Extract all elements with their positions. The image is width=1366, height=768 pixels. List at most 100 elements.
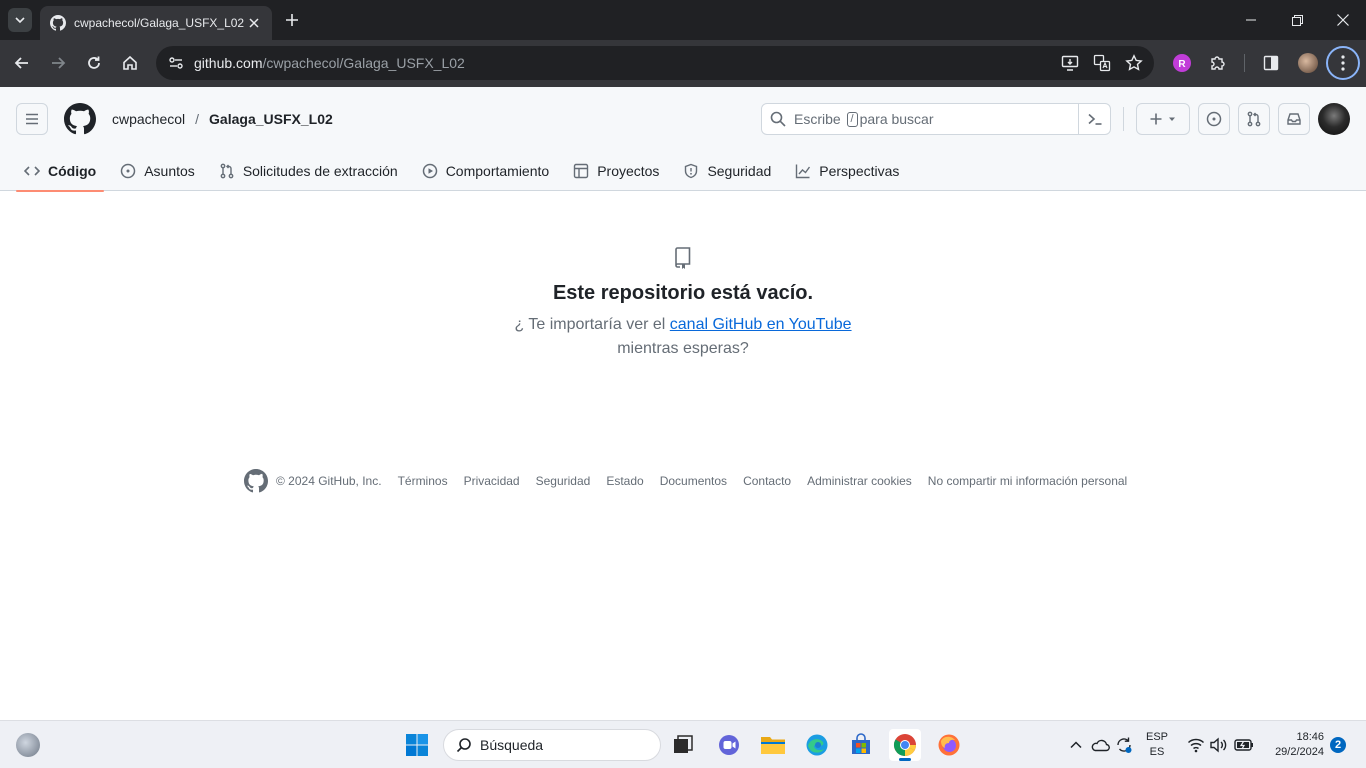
repo-tab-projects[interactable]: Proyectos [565, 150, 667, 191]
repo-tab-label: Asuntos [144, 162, 195, 179]
footer-link-contact[interactable]: Contacto [743, 474, 791, 488]
sync-icon[interactable] [1114, 735, 1134, 755]
chrome-icon [894, 734, 916, 756]
task-view-button[interactable] [667, 729, 699, 761]
repo-tab-insights[interactable]: Perspectivas [787, 150, 907, 191]
start-button[interactable] [401, 729, 433, 761]
footer-link-do-not-share[interactable]: No compartir mi información personal [928, 474, 1127, 488]
breadcrumb: cwpachecol / Galaga_USFX_L02 [112, 111, 333, 127]
chrome-menu-button[interactable] [1326, 46, 1360, 80]
url-text: github.com/cwpachecol/Galaga_USFX_L02 [194, 55, 465, 71]
user-avatar[interactable] [1318, 103, 1350, 135]
issues-button[interactable] [1198, 103, 1230, 135]
table-icon [573, 163, 589, 178]
github-logo-icon[interactable] [64, 103, 96, 135]
puzzle-extensions-icon[interactable] [1207, 52, 1229, 74]
empty-repo-title: Este repositorio está vacío. [552, 282, 814, 304]
keyboard-layout-code: ES [1149, 746, 1165, 758]
install-app-icon[interactable] [1060, 53, 1080, 73]
breadcrumb-separator: / [195, 111, 200, 127]
plus-icon [286, 14, 298, 26]
close-window-button[interactable] [1320, 0, 1366, 40]
restore-window-button[interactable] [1274, 0, 1320, 40]
taskbar-clock[interactable]: 18:46 29/2/2024 [1262, 730, 1324, 760]
footer-link-terms[interactable]: Términos [398, 474, 448, 488]
folder-icon [761, 737, 785, 754]
new-tab-button[interactable] [282, 10, 302, 30]
windows-taskbar: Búsqueda ESP ES 18:46 29/2/2024 2 [0, 720, 1366, 768]
repo-tab-issues[interactable]: Asuntos [112, 150, 203, 191]
translate-icon[interactable] [1092, 53, 1112, 73]
tab-title: cwpachecol/Galaga_USFX_L02 [74, 16, 245, 30]
youtube-channel-link[interactable]: canal GitHub en YouTube [670, 316, 852, 333]
microsoft-store-app[interactable] [845, 729, 877, 761]
footer-link-docs[interactable]: Documentos [660, 474, 727, 488]
repo-tab-pull-requests[interactable]: Solicitudes de extracción [211, 150, 406, 191]
empty-repo-blankslate: Este repositorio está vacío. ¿ Te import… [433, 246, 933, 361]
minimize-window-button[interactable] [1228, 0, 1274, 40]
footer-link-manage-cookies[interactable]: Administrar cookies [807, 474, 912, 488]
reload-button[interactable] [82, 51, 106, 75]
hamburger-icon [26, 113, 38, 125]
back-button[interactable] [10, 51, 34, 75]
home-button[interactable] [118, 51, 142, 75]
breadcrumb-owner-link[interactable]: cwpachecol [112, 111, 185, 127]
pull-requests-button[interactable] [1238, 103, 1270, 135]
inbox-icon [1287, 113, 1301, 125]
site-info-icon[interactable] [166, 53, 186, 73]
close-tab-icon[interactable] [246, 15, 262, 31]
volume-icon[interactable] [1208, 735, 1228, 755]
battery-icon[interactable] [1234, 735, 1254, 755]
weather-widget-icon[interactable] [16, 733, 40, 757]
wifi-icon[interactable] [1186, 735, 1206, 755]
terminal-icon [1087, 113, 1101, 125]
show-hidden-icons-button[interactable] [1066, 735, 1086, 755]
create-new-button[interactable] [1136, 103, 1190, 135]
browser-toolbar: github.com/cwpachecol/Galaga_USFX_L02 R [0, 40, 1366, 87]
repo-tab-security[interactable]: Seguridad [675, 150, 779, 191]
search-placeholder-before: Escribe [794, 111, 841, 127]
inbox-button[interactable] [1278, 103, 1310, 135]
edge-browser-app[interactable] [801, 729, 833, 761]
onedrive-icon[interactable] [1090, 735, 1110, 755]
repo-tab-actions[interactable]: Comportamiento [414, 150, 558, 191]
teams-chat-app[interactable] [713, 729, 745, 761]
empty-repo-text-before: ¿ Te importaría ver el [514, 316, 666, 333]
tab-search-button[interactable] [8, 8, 32, 32]
github-logo-icon[interactable] [244, 469, 268, 493]
forward-button[interactable] [46, 51, 70, 75]
global-menu-button[interactable] [16, 103, 48, 135]
search-input[interactable]: Escribe / para buscar [761, 103, 1111, 135]
breadcrumb-repo-link[interactable]: Galaga_USFX_L02 [209, 111, 333, 127]
taskbar-search[interactable]: Búsqueda [443, 729, 661, 761]
chrome-browser-app[interactable] [889, 729, 921, 761]
firefox-browser-app[interactable] [933, 729, 965, 761]
bookmark-star-icon[interactable] [1124, 53, 1144, 73]
task-view-icon [674, 735, 693, 753]
footer-link-status[interactable]: Estado [606, 474, 643, 488]
chrome-profile-avatar[interactable] [1298, 53, 1318, 73]
footer-link-security[interactable]: Seguridad [536, 474, 591, 488]
github-header: cwpachecol / Galaga_USFX_L02 Escribe / pa… [0, 87, 1366, 192]
repo-tab-label: Código [48, 162, 97, 179]
command-palette-button[interactable] [1078, 104, 1110, 134]
issue-icon [120, 163, 136, 178]
search-icon [770, 111, 786, 127]
footer-link-privacy[interactable]: Privacidad [464, 474, 520, 488]
address-bar[interactable]: github.com/cwpachecol/Galaga_USFX_L02 [156, 46, 1154, 80]
chevron-down-icon [15, 17, 25, 24]
svg-text:R: R [1178, 59, 1186, 70]
clock-time: 18:46 [1296, 731, 1324, 743]
chat-icon [719, 735, 739, 755]
windows-start-icon [406, 734, 428, 756]
extension-icon[interactable]: R [1171, 52, 1193, 74]
input-language-indicator[interactable]: ESP ES [1146, 730, 1168, 760]
firefox-icon [938, 734, 960, 756]
browser-tab[interactable]: cwpachecol/Galaga_USFX_L02 [40, 6, 272, 40]
repo-tab-code[interactable]: Código [16, 150, 105, 192]
repo-tab-label: Proyectos [597, 162, 660, 179]
repo-tab-label: Seguridad [707, 162, 772, 179]
notification-count-badge[interactable]: 2 [1330, 737, 1346, 753]
side-panel-icon[interactable] [1260, 52, 1282, 74]
file-explorer-app[interactable] [757, 729, 789, 761]
